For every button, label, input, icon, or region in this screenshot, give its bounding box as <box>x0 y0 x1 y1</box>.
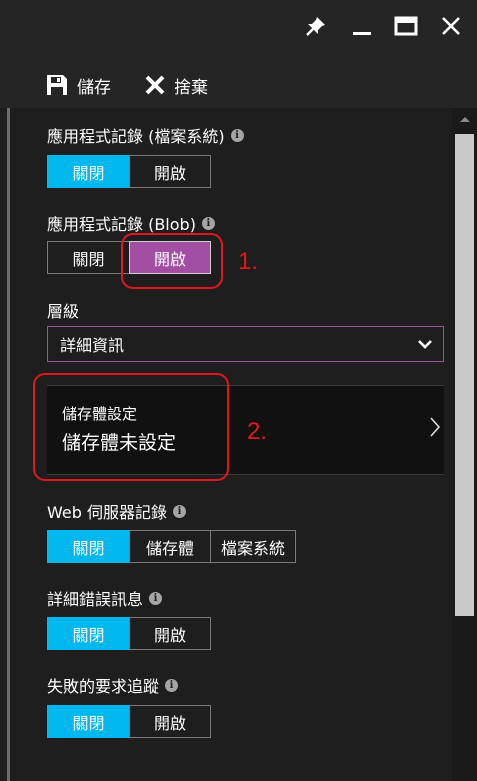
annotation-box-2 <box>33 373 229 481</box>
app-log-blob-off-button[interactable]: 關閉 <box>47 241 130 274</box>
app-log-fs-off-button[interactable]: 關閉 <box>47 155 130 188</box>
level-label-text: 層級 <box>47 302 80 321</box>
pin-icon[interactable] <box>300 10 332 42</box>
info-icon[interactable]: i <box>172 504 186 518</box>
info-icon[interactable]: i <box>230 128 244 142</box>
annotation-box-1 <box>121 233 223 289</box>
detailed-errors-label: 詳細錯誤訊息 i <box>47 586 163 610</box>
info-icon[interactable]: i <box>201 216 215 230</box>
web-server-log-label-text: Web 伺服器記錄 <box>47 503 167 522</box>
failed-request-tracing-toggle: 關閉 開啟 <box>47 705 211 738</box>
chevron-down-icon <box>417 336 433 356</box>
detailed-errors-on-button[interactable]: 開啟 <box>129 617 211 650</box>
save-label: 儲存 <box>77 77 111 98</box>
discard-icon <box>144 74 166 96</box>
failed-request-tracing-label-text: 失敗的要求追蹤 <box>47 677 160 696</box>
level-dropdown[interactable]: 詳細資訊 <box>47 326 444 362</box>
web-server-log-label: Web 伺服器記錄 i <box>47 499 186 523</box>
annotation-number-1: 1. <box>238 248 259 275</box>
close-icon[interactable] <box>435 10 467 42</box>
scroll-up-arrow-icon[interactable] <box>452 108 477 130</box>
failed-request-tracing-on-button[interactable]: 開啟 <box>129 705 211 738</box>
app-log-fs-toggle: 關閉 開啟 <box>47 155 211 188</box>
web-server-log-storage-button[interactable]: 儲存體 <box>129 530 211 563</box>
save-icon <box>45 73 69 97</box>
failed-request-tracing-off-button[interactable]: 關閉 <box>47 705 130 738</box>
web-server-log-toggle: 關閉 儲存體 檔案系統 <box>47 530 296 563</box>
title-bar <box>0 0 477 56</box>
app-log-blob-label-text: 應用程式記錄 (Blob) <box>47 215 196 234</box>
maximize-icon[interactable] <box>390 10 422 42</box>
command-bar: 儲存 捨棄 <box>0 56 477 108</box>
minimize-icon[interactable] <box>346 10 378 42</box>
chevron-right-icon <box>429 416 441 442</box>
web-server-log-filesystem-button[interactable]: 檔案系統 <box>210 530 296 563</box>
info-icon[interactable]: i <box>165 678 179 692</box>
failed-request-tracing-label: 失敗的要求追蹤 i <box>47 673 179 697</box>
scrollbar-thumb[interactable] <box>455 134 474 616</box>
web-server-log-off-button[interactable]: 關閉 <box>47 530 130 563</box>
level-label: 層級 <box>47 298 79 322</box>
panel-left-border <box>7 108 10 781</box>
detailed-errors-off-button[interactable]: 關閉 <box>47 617 130 650</box>
annotation-number-2: 2. <box>247 418 268 445</box>
app-log-fs-label: 應用程式記錄 (檔案系統) i <box>47 123 244 147</box>
info-icon[interactable]: i <box>149 591 163 605</box>
app-log-fs-on-button[interactable]: 開啟 <box>129 155 211 188</box>
app-log-fs-label-text: 應用程式記錄 (檔案系統) <box>47 127 225 146</box>
level-selected-value: 詳細資訊 <box>60 336 125 355</box>
detailed-errors-toggle: 關閉 開啟 <box>47 617 211 650</box>
discard-label: 捨棄 <box>174 77 208 98</box>
app-log-blob-label: 應用程式記錄 (Blob) i <box>47 211 215 235</box>
detailed-errors-label-text: 詳細錯誤訊息 <box>47 590 144 609</box>
save-button[interactable]: 儲存 <box>45 72 111 98</box>
discard-button[interactable]: 捨棄 <box>144 72 208 98</box>
